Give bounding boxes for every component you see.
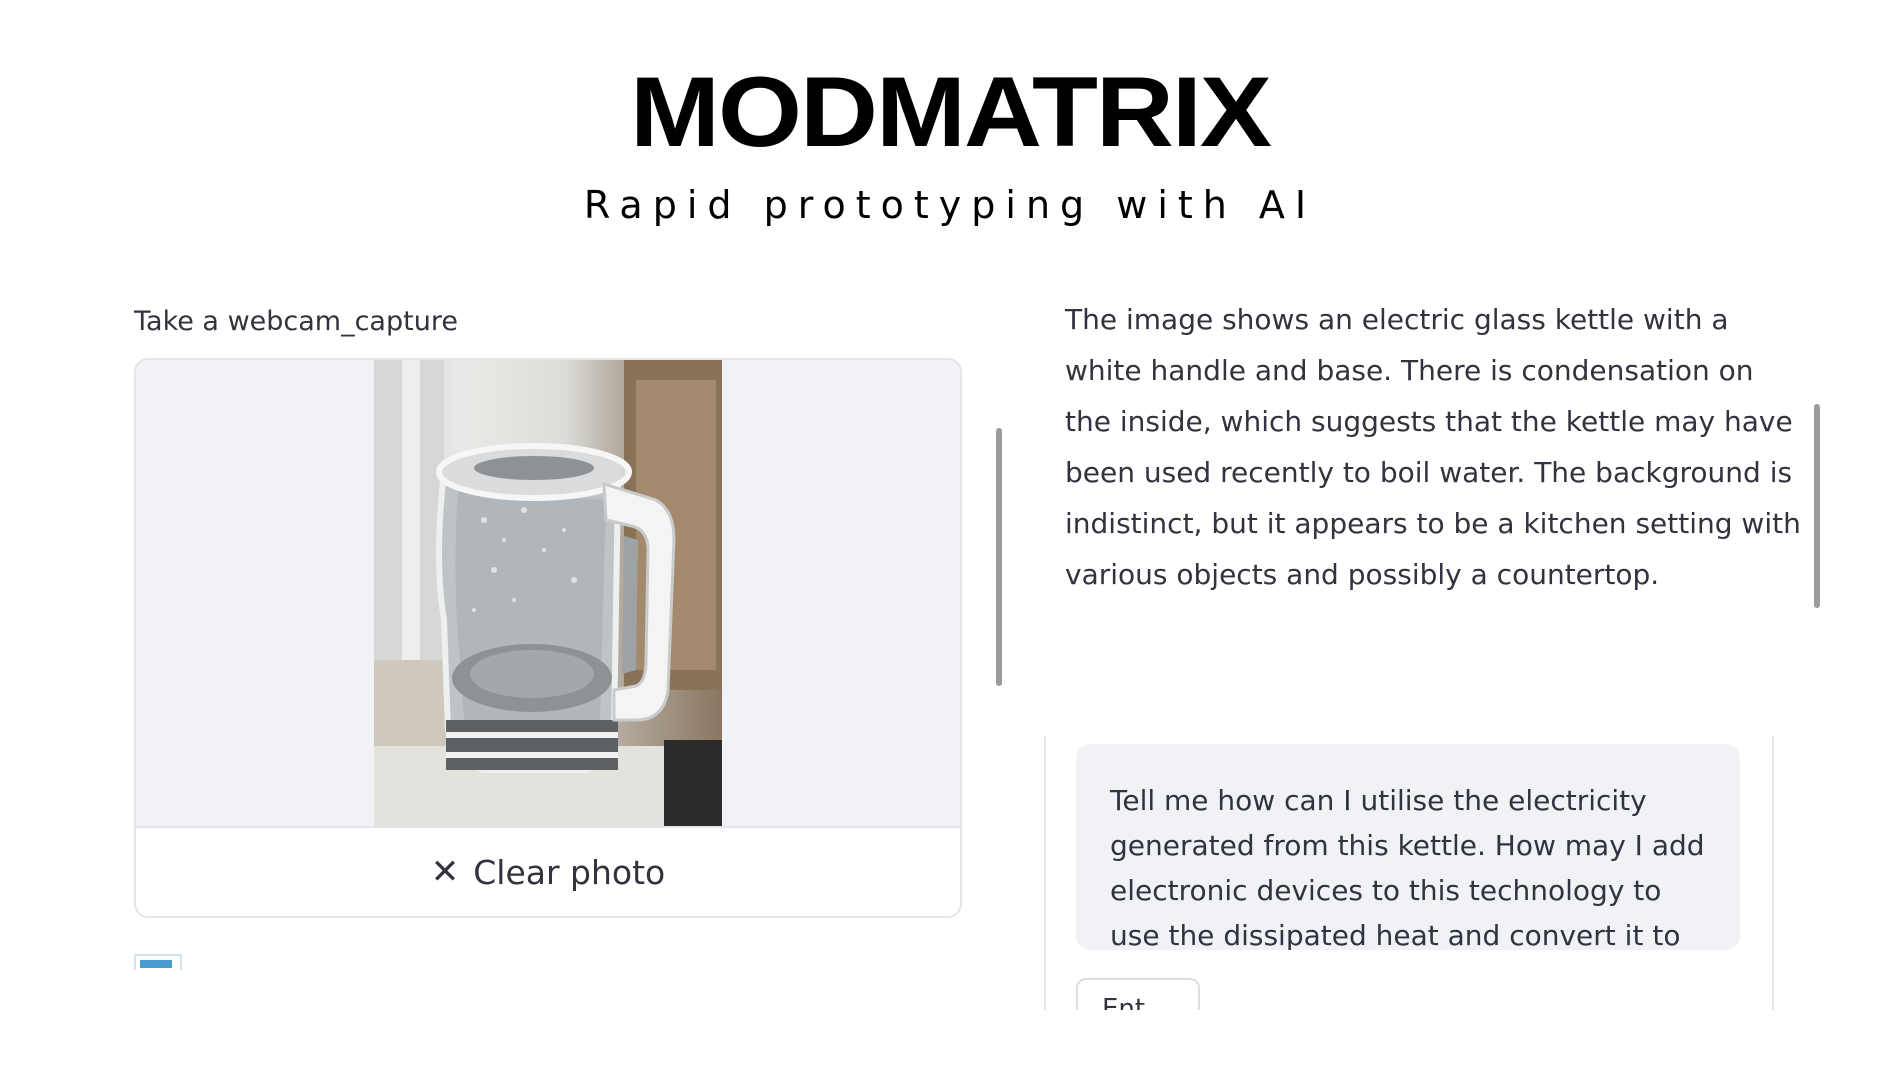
camera-input-label: Take a webcam_capture [134, 306, 458, 337]
chat-panel: Tell me how can I utilise the electricit… [1044, 736, 1774, 1010]
chat-prompt-input[interactable]: Tell me how can I utilise the electricit… [1076, 744, 1740, 950]
clear-photo-button[interactable]: ✕ Clear photo [136, 826, 960, 916]
partial-widget-fill [140, 960, 172, 968]
right-scrollbar[interactable] [1814, 404, 1820, 608]
image-description-text: The image shows an electric glass kettle… [1065, 303, 1801, 591]
submit-button[interactable]: Ent [1076, 978, 1200, 1010]
app-title: MODMATRIX [630, 55, 1272, 168]
chat-prompt-text: Tell me how can I utilise the electricit… [1110, 784, 1705, 950]
camera-input-widget[interactable]: ✕ Clear photo [134, 358, 962, 918]
close-icon: ✕ [430, 852, 460, 892]
app-tagline: Rapid prototyping with AI [583, 183, 1317, 227]
captured-photo [374, 360, 722, 826]
left-scrollbar[interactable] [996, 428, 1002, 686]
partial-widget [134, 954, 182, 970]
kettle-photo-image [374, 360, 722, 826]
clear-photo-label: Clear photo [473, 852, 666, 892]
